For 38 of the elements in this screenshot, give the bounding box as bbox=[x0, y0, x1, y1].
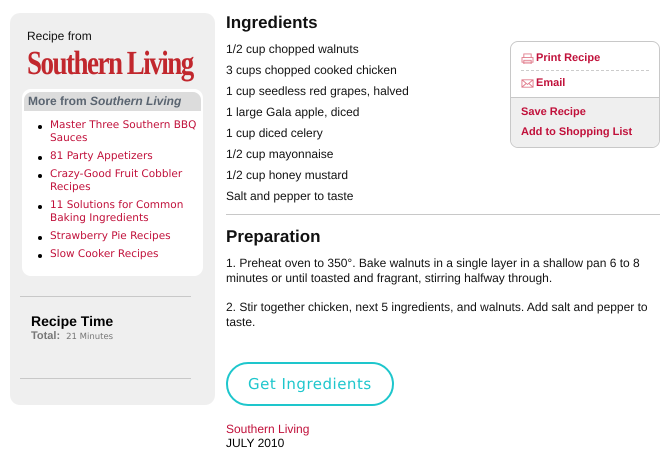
source-link[interactable]: Southern Living bbox=[226, 422, 310, 436]
envelope-icon bbox=[521, 78, 534, 88]
ingredients-title: Ingredients bbox=[226, 13, 318, 33]
action-link[interactable]: Save Recipe bbox=[521, 106, 586, 118]
printer-icon bbox=[521, 52, 534, 64]
more-heading: More from Southern Living bbox=[24, 92, 201, 111]
ingredient-item: 1 cup diced celery bbox=[226, 126, 324, 141]
ingredient-item: 1/2 cup mayonnaise bbox=[226, 147, 334, 162]
ingredient-item: 3 cups chopped cooked chicken bbox=[226, 63, 398, 78]
action-link[interactable]: Email bbox=[521, 74, 566, 92]
related-link[interactable]: Crazy-Good Fruit Cobbler Recipes bbox=[50, 168, 197, 194]
source-label: Recipe from bbox=[27, 29, 93, 43]
ingredient-item: 1 cup seedless red grapes, halved bbox=[226, 84, 409, 99]
related-link[interactable]: Strawberry Pie Recipes bbox=[50, 230, 171, 243]
related-link[interactable]: 81 Party Appetizers bbox=[50, 150, 153, 163]
bullet-icon bbox=[38, 205, 42, 209]
bullet-icon bbox=[38, 236, 42, 240]
related-link[interactable]: 11 Solutions for Common Baking Ingredients bbox=[50, 199, 197, 225]
bullet-icon bbox=[38, 156, 42, 160]
ingredient-item: Salt and pepper to taste bbox=[226, 189, 354, 204]
action-link[interactable]: Add to Shopping List bbox=[521, 126, 632, 138]
recipe-time-title: Recipe Time bbox=[31, 313, 114, 329]
brand-logo: Southern Living bbox=[27, 44, 193, 83]
preparation-step: 2. Stir together chicken, next 5 ingredients, and walnuts. Add salt and pepper to taste. bbox=[226, 300, 660, 330]
total-label: Total: bbox=[31, 330, 60, 342]
total-value: 21 Minutes bbox=[66, 332, 114, 342]
ingredient-item: 1/2 cup chopped walnuts bbox=[226, 42, 360, 57]
preparation-title: Preparation bbox=[226, 227, 320, 247]
bullet-icon bbox=[38, 174, 42, 178]
related-link[interactable]: Master Three Southern BBQ Sauces bbox=[50, 119, 197, 145]
ingredient-item: 1/2 cup honey mustard bbox=[226, 168, 350, 183]
bullet-icon bbox=[38, 254, 42, 258]
issue-date: JULY 2010 bbox=[226, 436, 284, 450]
ingredient-item: 1 large Gala apple, diced bbox=[226, 105, 360, 120]
bullet-icon bbox=[38, 125, 42, 129]
related-link[interactable]: Slow Cooker Recipes bbox=[50, 248, 159, 261]
preparation-step: 1. Preheat oven to 350°. Bake walnuts in a single layer in a shallow pan 6 to 8 minutes or until toasted and fragrant, stirring halfway through. bbox=[226, 256, 660, 286]
action-link[interactable]: Print Recipe bbox=[521, 49, 649, 71]
